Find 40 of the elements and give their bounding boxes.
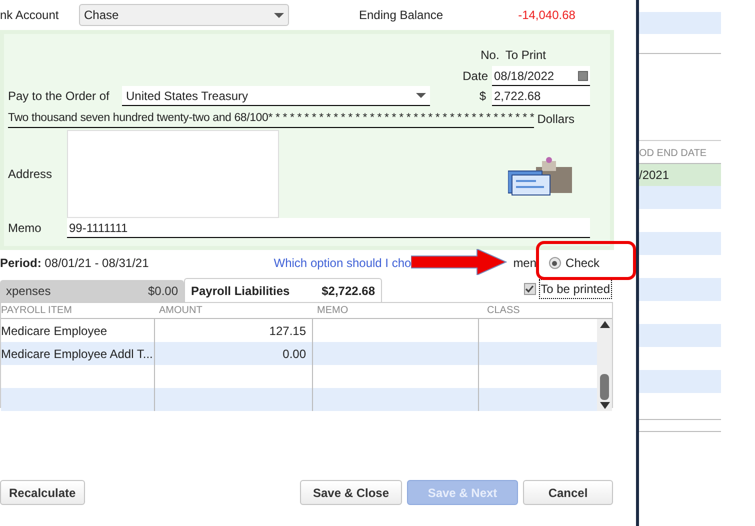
- memo-field[interactable]: 99-1111111: [67, 218, 590, 238]
- address-field[interactable]: [67, 130, 279, 218]
- period-text: Period: 08/01/21 - 08/31/21: [0, 255, 149, 272]
- action-button[interactable]: Save & Close: [300, 480, 402, 505]
- column-header: CLASS: [486, 304, 520, 318]
- field-label: nk Account: [0, 7, 60, 24]
- table-cell: /2021: [639, 163, 721, 186]
- caret-icon: [274, 12, 284, 18]
- balance-value: -14,040.68: [518, 7, 576, 24]
- date-field[interactable]: 08/18/2022: [492, 66, 590, 86]
- calendar-icon[interactable]: [578, 70, 588, 80]
- field-label: Memo: [8, 220, 42, 238]
- check-radio[interactable]: Check: [548, 254, 600, 272]
- column-header: AMOUNT: [158, 304, 204, 318]
- tab[interactable]: xpenses $0.00: [0, 280, 184, 302]
- action-button[interactable]: Recalculate: [0, 480, 85, 505]
- checkbox[interactable]: [524, 283, 536, 295]
- check-and-building-icon: [508, 157, 574, 198]
- caret-icon: [416, 93, 426, 98]
- amount-in-words: Two thousand seven hundred twenty-two and 68/100* * * * * * * * * * * * * * * * * * * * * * * * * * * * * * * * * * * * *: [8, 110, 534, 128]
- help-link[interactable]: Which option should I cho: [274, 254, 412, 272]
- action-button[interactable]: Cancel: [523, 480, 613, 505]
- field-label: Ending Balance: [359, 7, 444, 24]
- tab[interactable]: Payroll Liabilities $2,722.68: [184, 278, 382, 302]
- column-header: OD END DATE: [639, 147, 708, 161]
- column-header: MEMO: [316, 304, 350, 318]
- field-label: No.: [480, 47, 500, 64]
- field-label: $: [479, 88, 486, 105]
- checkbox-label: To be printed: [538, 279, 612, 299]
- column-header: PAYROLL ITEM: [1, 304, 73, 318]
- field-label: Address: [8, 166, 54, 184]
- field-label: Pay to the Order of: [8, 88, 110, 105]
- account-dropdown[interactable]: Chase: [79, 4, 289, 26]
- field-label: Dollars: [537, 111, 575, 128]
- check-number: To Print: [505, 47, 546, 64]
- field-label: Date: [462, 68, 488, 85]
- amount-field[interactable]: 2,722.68: [492, 86, 590, 106]
- scrollbar[interactable]: [597, 319, 612, 411]
- payee-field[interactable]: United States Treasury: [122, 86, 430, 106]
- option-label: men: [513, 255, 537, 272]
